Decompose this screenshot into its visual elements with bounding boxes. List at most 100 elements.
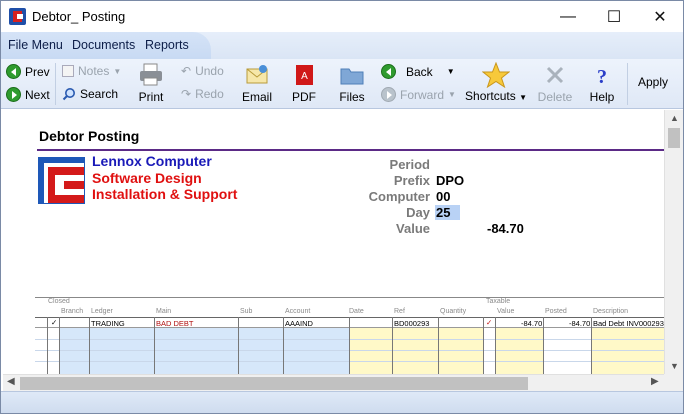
scroll-down-icon[interactable]: ▼ (670, 361, 679, 371)
printer-icon (140, 63, 162, 86)
col-divider (495, 317, 496, 374)
col-divider (154, 317, 155, 374)
scroll-up-icon[interactable]: ▲ (670, 113, 679, 123)
col-branch-header: Branch (61, 308, 84, 315)
email-icon (246, 65, 268, 84)
debtor-posting-window: Debtor_ Posting — ☐ ✕ File Menu Document… (0, 0, 684, 414)
company-name: Lennox Computer (92, 153, 212, 169)
day-label: Day (406, 205, 430, 220)
shortcuts-chevron-icon: ▼ (519, 93, 527, 102)
delete-button[interactable]: Delete (535, 63, 575, 104)
col-main-header: Main (156, 308, 172, 315)
apply-button[interactable]: Apply (635, 75, 671, 89)
notes-button[interactable]: Notes ▼ (62, 64, 121, 78)
col-divider (392, 317, 393, 374)
notes-icon (62, 65, 74, 77)
col-posted-header: Posted (545, 308, 567, 315)
apply-label: Apply (637, 75, 669, 89)
col-closed-header: Closed (48, 298, 70, 305)
undo-button[interactable]: ↶ Undo (181, 64, 224, 78)
search-label: Search (80, 87, 119, 101)
col-divider (283, 317, 284, 374)
delete-label: Delete (537, 90, 573, 104)
scrollbar-corner (664, 374, 683, 391)
col-divider (591, 317, 592, 374)
prev-button[interactable]: Prev (6, 64, 50, 79)
col-divider (438, 317, 439, 374)
next-label: Next (25, 87, 50, 102)
horizontal-scroll-thumb[interactable] (20, 377, 528, 390)
title-bar: Debtor_ Posting — ☐ ✕ (1, 1, 683, 32)
vertical-scroll-thumb[interactable] (668, 128, 680, 148)
col-ledger-header: Ledger (91, 308, 113, 315)
page-title: Debtor Posting (39, 128, 140, 144)
print-label: Print (138, 90, 164, 104)
minimize-button[interactable]: — (545, 1, 591, 32)
forward-button[interactable]: Forward ▼ (381, 87, 456, 102)
next-button[interactable]: Next (6, 87, 50, 102)
menu-file[interactable]: File Menu (8, 38, 63, 52)
app-logo-icon (9, 8, 26, 25)
pdf-label: PDF (292, 90, 316, 104)
col-divider (47, 317, 48, 374)
close-button[interactable]: ✕ (637, 1, 683, 32)
menu-reports[interactable]: Reports (145, 38, 189, 52)
window-title: Debtor_ Posting (32, 9, 126, 24)
email-button[interactable]: Email (239, 63, 275, 104)
forward-arrow-icon (381, 87, 396, 102)
horizontal-scrollbar[interactable]: ◀ ▶ (3, 374, 664, 391)
menu-documents[interactable]: Documents (72, 38, 135, 52)
back-dropdown-icon[interactable]: ▼ (447, 67, 455, 76)
arrow-left-icon (6, 64, 21, 79)
redo-button[interactable]: ↷ Redo (181, 87, 224, 101)
pdf-button[interactable]: A PDF (289, 63, 319, 104)
prefix-label: Prefix (393, 173, 430, 188)
toolbar-divider (55, 63, 56, 105)
chevron-down-icon: ▼ (113, 66, 122, 76)
shortcuts-button[interactable]: Shortcuts ▼ (461, 61, 531, 103)
row-taxable-check[interactable]: ✓ (486, 318, 492, 327)
col-taxable-header: Taxable (486, 298, 511, 305)
row-value[interactable]: -84.70 (521, 319, 542, 328)
help-button[interactable]: ? Help (587, 63, 617, 104)
col-divider (349, 317, 350, 374)
print-button[interactable]: Print (135, 63, 167, 104)
scroll-left-icon[interactable]: ◀ (7, 376, 15, 387)
scroll-right-icon[interactable]: ▶ (651, 376, 659, 387)
forward-label: Forward (400, 87, 445, 102)
row-closed-check[interactable]: ✓ (51, 318, 57, 327)
form-content: Debtor Posting Lennox Computer Software … (3, 110, 664, 374)
vertical-scrollbar[interactable]: ▲ ▼ (664, 110, 683, 374)
row-account[interactable]: AAAIND (285, 319, 313, 328)
undo-label: Undo (195, 64, 224, 78)
pdf-icon: A (296, 65, 313, 85)
col-quantity-header: Quantity (440, 308, 467, 315)
shortcuts-label: Shortcuts ▼ (461, 89, 531, 103)
search-button[interactable]: Search (62, 87, 118, 101)
col-divider (89, 317, 90, 374)
value-label: Value (396, 221, 430, 236)
day-field[interactable]: 25 (435, 205, 460, 220)
col-sub-header: Sub (240, 308, 253, 315)
col-ref-header: Ref (394, 308, 405, 315)
svg-text:A: A (301, 71, 308, 82)
col-account-header: Account (285, 308, 311, 315)
col-date-header: Date (349, 308, 364, 315)
files-button[interactable]: Files (336, 63, 368, 104)
maximize-button[interactable]: ☐ (591, 1, 637, 32)
computer-field[interactable]: 00 (436, 189, 450, 204)
row-ref[interactable]: BD000293 (394, 319, 429, 328)
prefix-field[interactable]: DPO (436, 173, 464, 188)
col-divider (483, 317, 484, 374)
forward-dropdown-icon[interactable]: ▼ (448, 90, 456, 99)
menu-bar: File Menu Documents Reports (1, 32, 683, 59)
company-tagline-2: Installation & Support (92, 186, 238, 202)
row-ledger[interactable]: TRADING (91, 319, 125, 328)
row-main[interactable]: BAD DEBT (156, 319, 194, 328)
undo-icon: ↶ (181, 64, 192, 78)
row-description[interactable]: Bad Debt INV000293 (593, 319, 664, 328)
back-arrow-icon (381, 64, 396, 79)
redo-label: Redo (195, 87, 224, 101)
prev-label: Prev (25, 64, 50, 79)
back-button[interactable]: Back ▼ (381, 64, 455, 79)
